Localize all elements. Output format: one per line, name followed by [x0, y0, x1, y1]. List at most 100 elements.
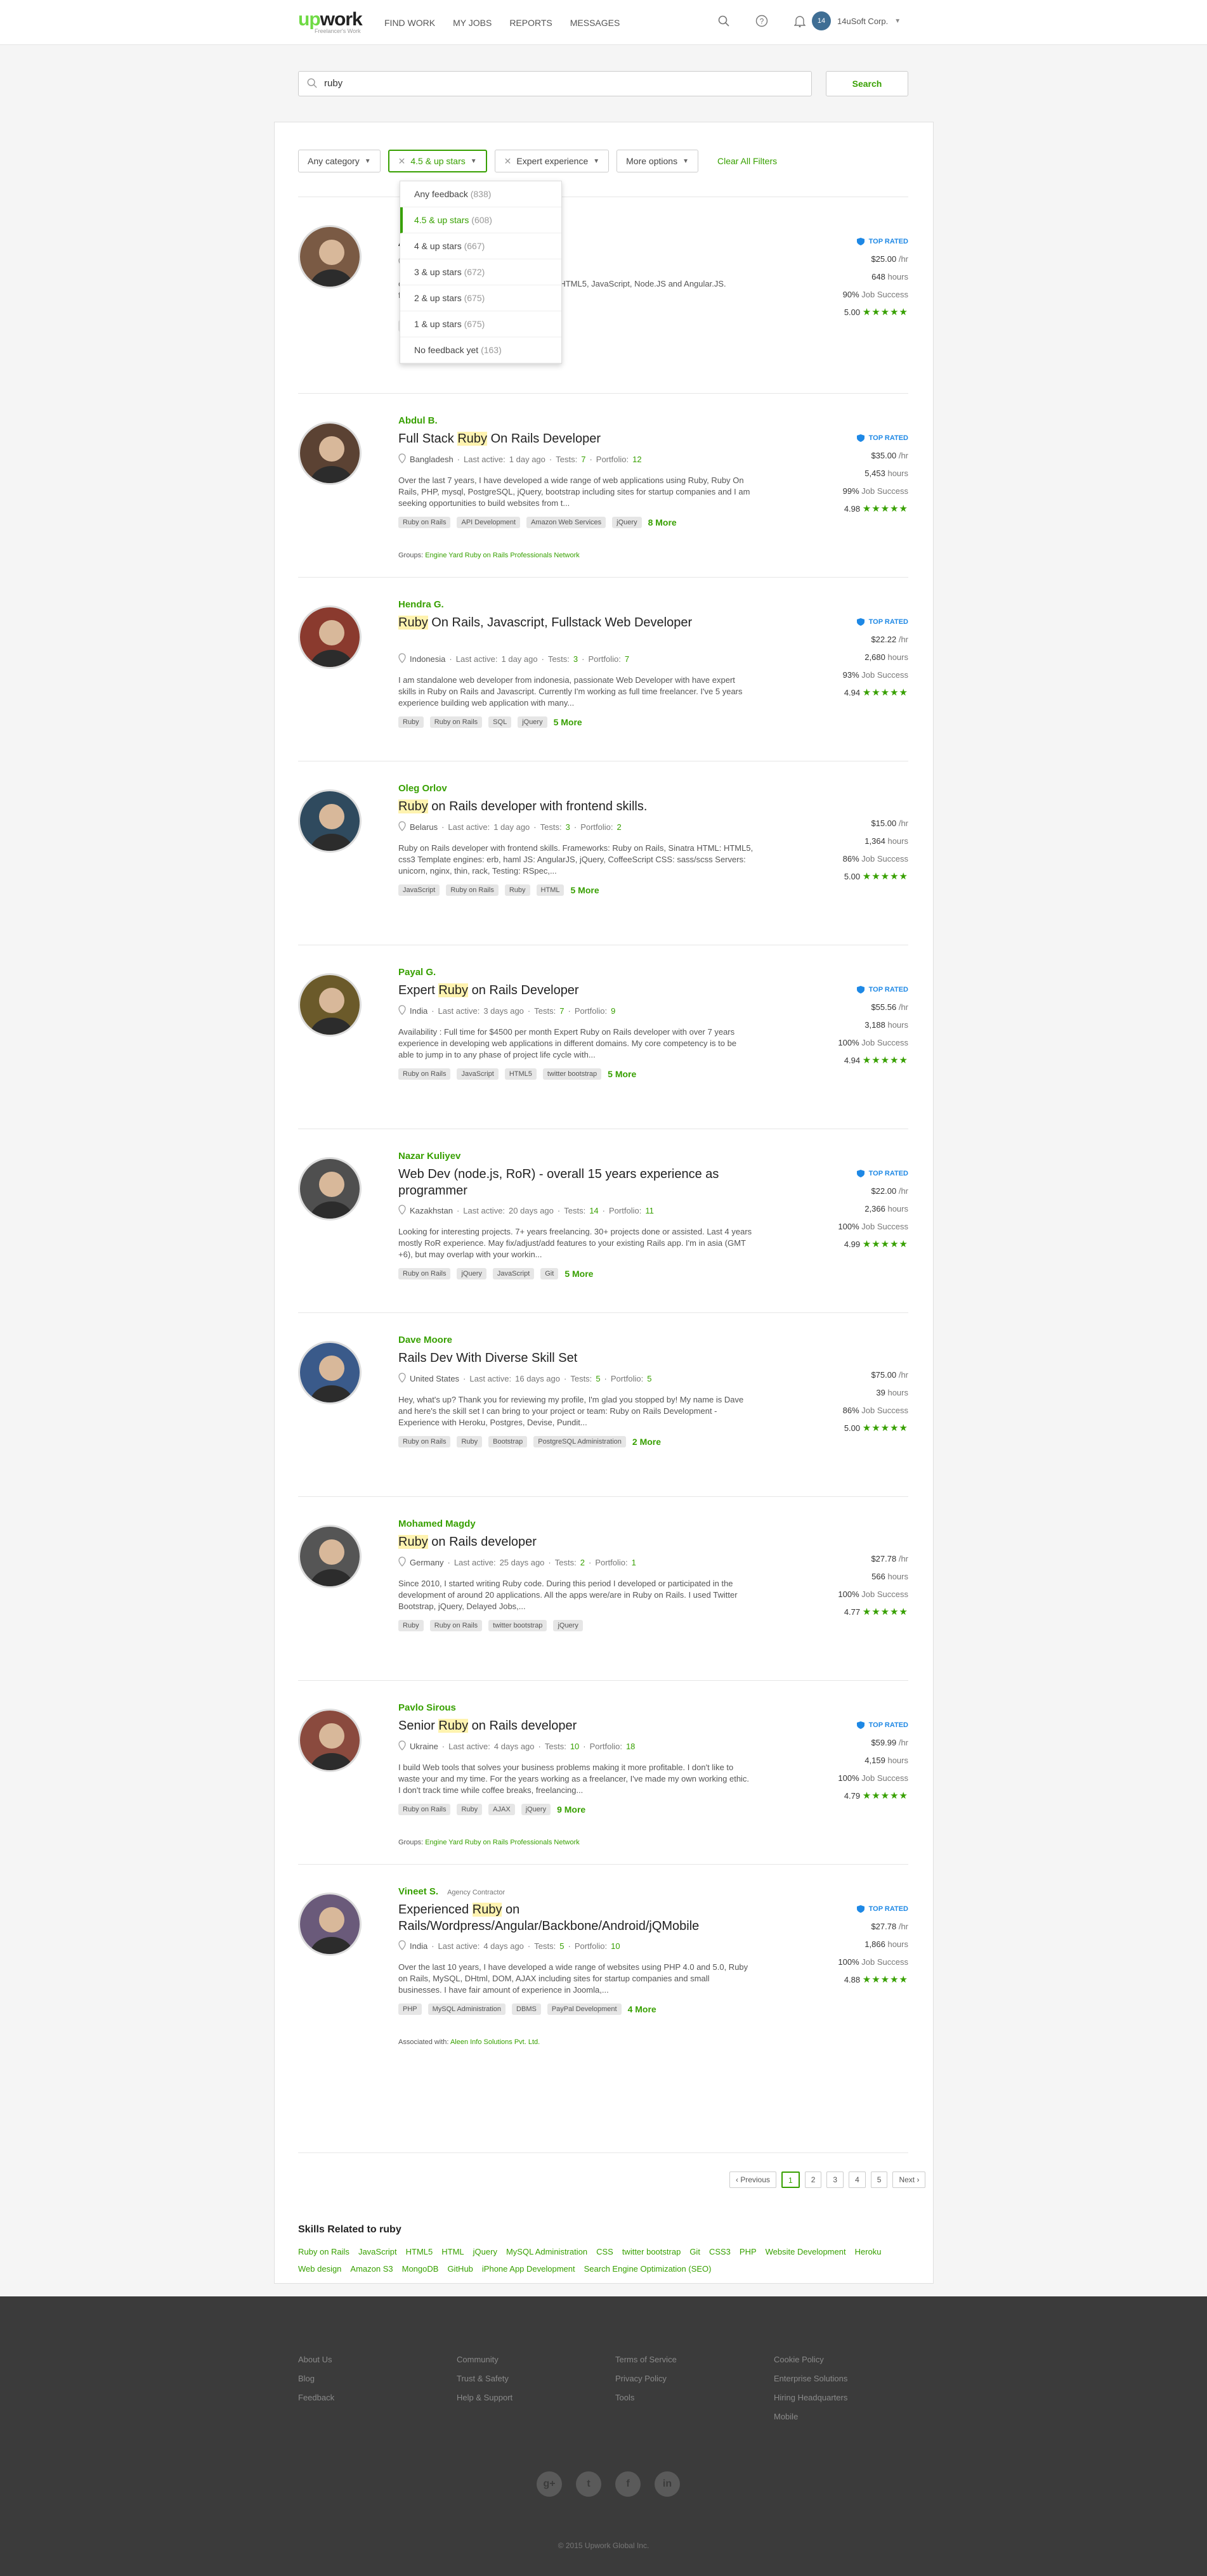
nav-reports[interactable]: REPORTS — [509, 18, 552, 28]
avatar[interactable] — [298, 605, 362, 669]
freelancer-row[interactable]: Oleg Orlov Ruby on Rails developer with f… — [298, 783, 908, 973]
skill-tag[interactable]: API Development — [457, 517, 521, 528]
related-skill-link[interactable]: HTML — [441, 2247, 464, 2256]
freelancer-row[interactable]: Angular Developer, Team · Last active: ·… — [298, 225, 908, 409]
avatar[interactable] — [298, 1893, 362, 1956]
footer-link[interactable]: About Us — [298, 2350, 334, 2369]
upwork-logo[interactable]: upwork — [298, 9, 363, 30]
avatar[interactable] — [298, 225, 362, 288]
category-filter[interactable]: Any category ▼ — [298, 150, 381, 172]
freelancer-title[interactable]: Senior Ruby on Rails developer — [398, 1718, 779, 1734]
avatar[interactable] — [298, 1709, 362, 1772]
skill-tag[interactable]: jQuery — [553, 1620, 583, 1631]
more-skills-link[interactable]: 8 More — [648, 517, 677, 527]
related-skill-link[interactable]: Git — [689, 2247, 700, 2256]
rating-option[interactable]: 3 & up stars (672) — [400, 259, 561, 285]
freelancer-title[interactable]: Ruby On Rails, Javascript, Fullstack Web… — [398, 614, 779, 631]
group-link[interactable]: Engine Yard Ruby on Rails Professionals … — [425, 1839, 580, 1846]
related-skill-link[interactable]: iPhone App Development — [482, 2264, 575, 2274]
page-5-button[interactable]: 5 — [870, 2171, 888, 2188]
related-skill-link[interactable]: Web design — [298, 2264, 341, 2274]
google-plus-icon[interactable]: g+ — [537, 2471, 562, 2497]
freelancer-row[interactable]: Abdul B. Full Stack Ruby On Rails Develop… — [298, 415, 908, 605]
nav-find-work[interactable]: FIND WORK — [384, 18, 435, 28]
group-link[interactable]: Aleen Info Solutions Pvt. Ltd. — [450, 2038, 540, 2046]
experience-filter[interactable]: ✕ Expert experience ▼ — [494, 150, 610, 172]
skill-tag[interactable]: jQuery — [457, 1268, 486, 1279]
freelancer-title[interactable]: Full Stack Ruby On Rails Developer — [398, 430, 779, 447]
more-skills-link[interactable]: 5 More — [608, 1069, 636, 1079]
remove-filter-icon[interactable]: ✕ — [504, 156, 512, 167]
page-1-button[interactable]: 1 — [781, 2171, 800, 2188]
more-skills-link[interactable]: 5 More — [564, 1269, 593, 1279]
related-skill-link[interactable]: CSS3 — [709, 2247, 731, 2256]
freelancer-name-text[interactable]: Payal G. — [398, 967, 436, 978]
freelancer-row[interactable]: Hendra G. Ruby On Rails, Javascript, Full… — [298, 599, 908, 789]
skill-tag[interactable]: Ruby — [504, 884, 530, 896]
rating-option[interactable]: Any feedback (838) — [400, 181, 561, 207]
account-menu[interactable]: 14 14uSoft Corp. ▼ — [812, 11, 901, 30]
twitter-icon[interactable]: t — [576, 2471, 601, 2497]
freelancer-name[interactable]: Mohamed Magdy — [398, 1518, 476, 1529]
footer-link[interactable]: Feedback — [298, 2388, 334, 2407]
skill-tag[interactable]: Ruby on Rails — [398, 1268, 451, 1279]
skill-tag[interactable]: jQuery — [521, 1804, 551, 1815]
skill-tag[interactable]: Ruby on Rails — [398, 1804, 451, 1815]
related-skill-link[interactable]: MongoDB — [402, 2264, 439, 2274]
more-skills-link[interactable]: 9 More — [557, 1804, 585, 1815]
more-skills-link[interactable]: 2 More — [632, 1437, 661, 1447]
skill-tag[interactable]: JavaScript — [398, 884, 440, 896]
skill-tag[interactable]: jQuery — [518, 716, 547, 728]
clear-all-filters-link[interactable]: Clear All Filters — [717, 156, 777, 166]
freelancer-title[interactable]: Ruby on Rails developer with frontend sk… — [398, 798, 779, 815]
freelancer-name-text[interactable]: Hendra G. — [398, 599, 444, 610]
freelancer-name[interactable]: Dave Moore — [398, 1335, 452, 1345]
more-options-filter[interactable]: More options ▼ — [617, 150, 698, 172]
skill-tag[interactable]: Ruby on Rails — [429, 716, 483, 728]
skill-tag[interactable]: Ruby — [457, 1804, 483, 1815]
skill-tag[interactable]: jQuery — [612, 517, 642, 528]
search-button[interactable]: Search — [826, 71, 908, 96]
page-3-button[interactable]: 3 — [826, 2171, 844, 2188]
search-icon[interactable] — [715, 13, 732, 29]
related-skill-link[interactable]: CSS — [596, 2247, 613, 2256]
freelancer-title[interactable]: Ruby on Rails developer — [398, 1534, 779, 1550]
related-skill-link[interactable]: Search Engine Optimization (SEO) — [584, 2264, 712, 2274]
rating-option[interactable]: 2 & up stars (675) — [400, 285, 561, 311]
next-page-button[interactable]: Next › — [892, 2171, 926, 2188]
freelancer-row[interactable]: Pavlo Sirous Senior Ruby on Rails develop… — [298, 1702, 908, 1893]
rating-option[interactable]: 1 & up stars (675) — [400, 311, 561, 337]
skill-tag[interactable]: JavaScript — [457, 1068, 499, 1080]
search-input[interactable]: ruby — [298, 71, 812, 96]
skill-tag[interactable]: DBMS — [512, 2003, 541, 2015]
skill-tag[interactable]: HTML — [536, 884, 564, 896]
related-skill-link[interactable]: JavaScript — [358, 2247, 397, 2256]
footer-link[interactable]: Help & Support — [457, 2388, 512, 2407]
freelancer-name[interactable]: Nazar Kuliyev — [398, 1151, 460, 1162]
freelancer-name-text[interactable]: Pavlo Sirous — [398, 1702, 456, 1713]
avatar[interactable] — [298, 973, 362, 1037]
related-skill-link[interactable]: Website Development — [766, 2247, 846, 2256]
freelancer-name-text[interactable]: Vineet S. — [398, 1886, 438, 1897]
more-skills-link[interactable]: 4 More — [628, 2004, 656, 2014]
nav-my-jobs[interactable]: MY JOBS — [453, 18, 492, 28]
skill-tag[interactable]: SQL — [488, 716, 512, 728]
freelancer-title[interactable]: Rails Dev With Diverse Skill Set — [398, 1350, 779, 1366]
freelancer-name-text[interactable]: Oleg Orlov — [398, 783, 447, 794]
footer-link[interactable]: Hiring Headquarters — [774, 2388, 847, 2407]
freelancer-name[interactable]: Vineet S. Agency Contractor — [398, 1886, 505, 1897]
freelancer-row[interactable]: Payal G. Expert Ruby on Rails Developer In… — [298, 967, 908, 1157]
skill-tag[interactable]: Ruby on Rails — [398, 1068, 451, 1080]
freelancer-name[interactable]: Abdul B. — [398, 415, 438, 426]
freelancer-title[interactable]: Experienced Ruby on Rails/Wordpress/Angu… — [398, 1901, 779, 1934]
related-skill-link[interactable]: HTML5 — [406, 2247, 433, 2256]
remove-filter-icon[interactable]: ✕ — [398, 156, 406, 167]
skill-tag[interactable]: PayPal Development — [547, 2003, 622, 2015]
skill-tag[interactable]: PHP — [398, 2003, 422, 2015]
rating-option[interactable]: 4 & up stars (667) — [400, 233, 561, 259]
skill-tag[interactable]: AJAX — [488, 1804, 515, 1815]
footer-link[interactable]: Trust & Safety — [457, 2369, 512, 2388]
skill-tag[interactable]: Ruby on Rails — [446, 884, 499, 896]
related-skill-link[interactable]: Amazon S3 — [350, 2264, 393, 2274]
avatar[interactable] — [298, 1157, 362, 1220]
